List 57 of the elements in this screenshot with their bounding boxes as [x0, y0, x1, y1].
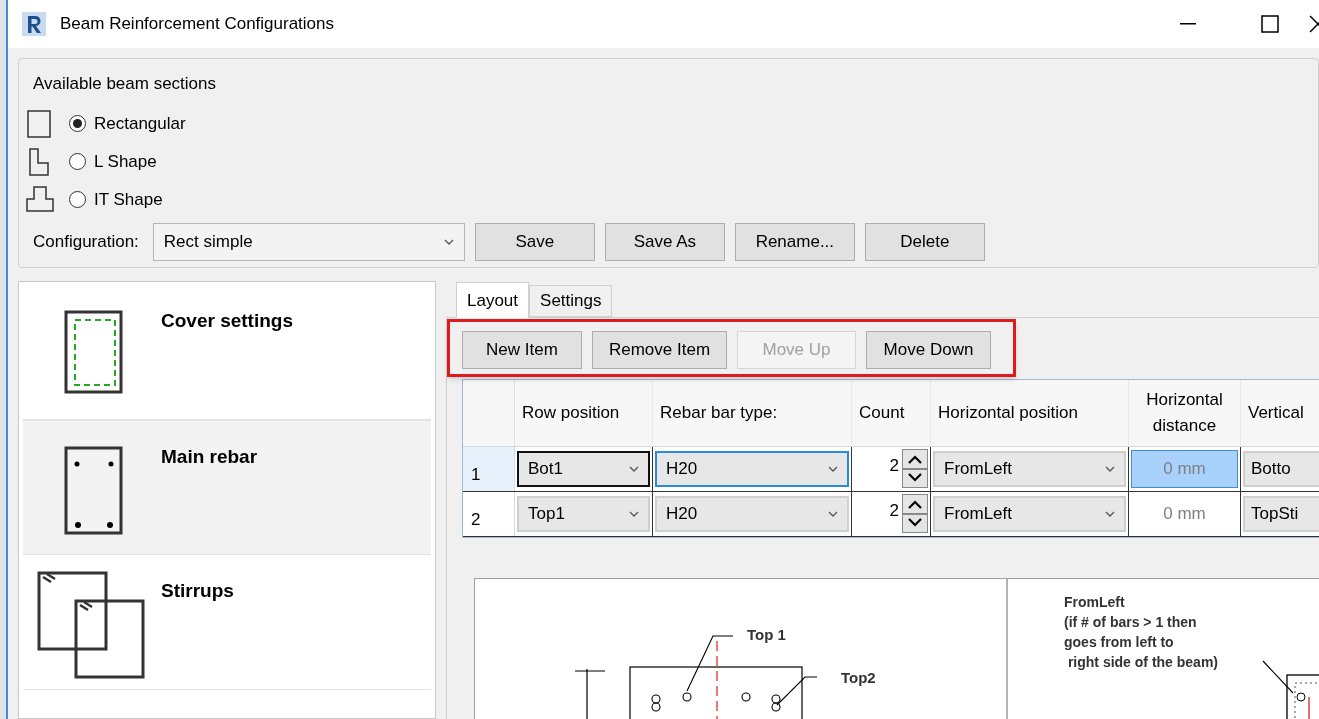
tab[interactable]: Layout [456, 282, 530, 318]
chevron-down-icon [443, 238, 454, 245]
column-header: Rebar bar type: [653, 380, 852, 446]
column-header: Count [852, 380, 931, 446]
maximize-icon [1261, 15, 1279, 33]
stirrups-icon [36, 570, 146, 680]
radio-button[interactable] [69, 191, 86, 208]
row-header[interactable]: 1 [463, 447, 515, 491]
minimize-icon [1180, 23, 1196, 25]
app-logo-icon [22, 12, 46, 36]
chevron-down-icon [828, 466, 838, 472]
field-label: Configuration: [33, 230, 139, 253]
spinner-arrows-icon [902, 494, 928, 534]
close-icon [1309, 15, 1319, 33]
window-title: Beam Reinforcement Configurations [60, 13, 335, 36]
radio-button[interactable] [69, 153, 86, 170]
radio-label[interactable]: IT Shape [94, 186, 163, 213]
chevron-down-icon [629, 466, 639, 472]
callout-label: Top 1 [747, 625, 786, 645]
config-button[interactable]: Rename... [734, 222, 855, 261]
radio-label[interactable]: Rectangular [94, 110, 186, 137]
config-button[interactable]: Delete [864, 222, 985, 261]
group-title: Available beam sections [33, 73, 217, 95]
toolbar-button: Move Up [737, 331, 856, 369]
cell-dropdown[interactable]: Top1 [517, 496, 650, 532]
cell-dropdown[interactable]: H20 [655, 496, 849, 532]
callout-label: Top2 [841, 668, 876, 688]
configuration-dropdown[interactable]: Rect simple [152, 222, 465, 261]
column-header: Horizontal position [931, 380, 1129, 446]
note-text: FromLeft (if # of bars > 1 then goes from left to right side of the beam) [1064, 593, 1218, 672]
sidebar-item[interactable]: Main rebar [23, 420, 431, 555]
spinner-arrows-icon [902, 449, 928, 489]
column-header: Vertical [1241, 380, 1319, 446]
cell-dropdown[interactable]: H20 [655, 451, 849, 487]
column-header: Horizontal distance [1129, 380, 1241, 446]
tab[interactable]: Settings [529, 285, 613, 317]
config-button[interactable]: Save [474, 222, 595, 261]
cell-dropdown[interactable]: TopSti [1243, 496, 1319, 532]
chevron-down-icon [828, 511, 838, 517]
toolbar-button[interactable]: New Item [462, 331, 582, 369]
cell-dropdown[interactable]: FromLeft [933, 451, 1126, 487]
t-shape-icon [25, 184, 55, 215]
cell-dropdown[interactable]: Botto [1243, 451, 1319, 487]
radio-label[interactable]: L Shape [94, 148, 157, 175]
chevron-down-icon [1105, 466, 1115, 472]
chevron-down-icon [1105, 511, 1115, 517]
cover-section-icon [64, 310, 124, 395]
radio-button[interactable] [69, 115, 86, 132]
beam-corner-drawing [1262, 660, 1319, 719]
rebar-section-icon [64, 446, 124, 536]
config-button[interactable]: Save As [604, 222, 725, 261]
cell-dropdown[interactable]: Bot1 [517, 451, 650, 487]
toolbar-button[interactable]: Move Down [866, 331, 991, 369]
column-header: Row position [515, 380, 653, 446]
toolbar-button[interactable]: Remove Item [592, 331, 727, 369]
chevron-down-icon [629, 511, 639, 517]
cell-dropdown[interactable]: FromLeft [933, 496, 1126, 532]
